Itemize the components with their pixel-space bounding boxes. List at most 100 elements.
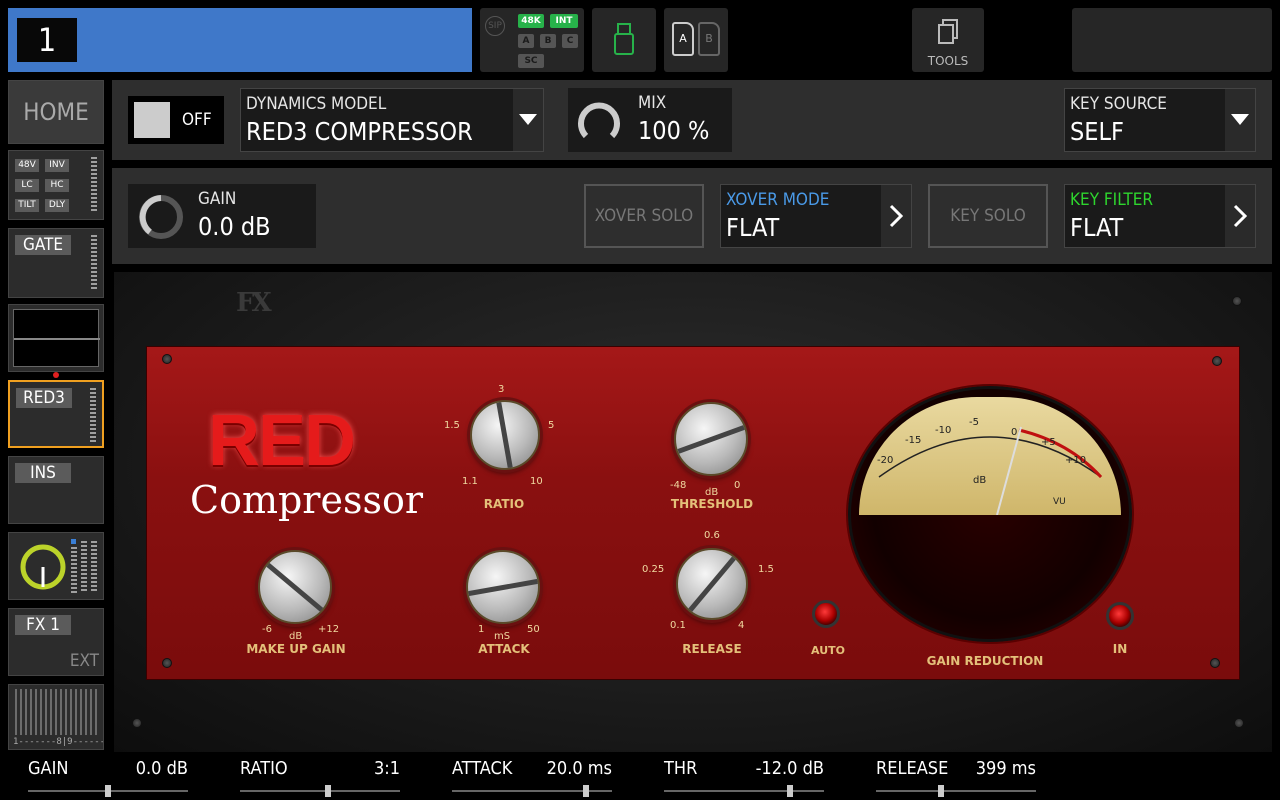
empty-tile[interactable] bbox=[1072, 8, 1272, 72]
attack-tick: 1 bbox=[478, 624, 485, 635]
release-tick: 0.25 bbox=[642, 564, 665, 575]
ratio-tick: 3 bbox=[498, 384, 505, 395]
param-track bbox=[664, 790, 824, 792]
param-thumb[interactable] bbox=[583, 785, 589, 797]
red3-block[interactable]: RED3 bbox=[8, 380, 104, 448]
tag-a: A bbox=[518, 34, 534, 48]
release-tick: 4 bbox=[738, 620, 745, 631]
tag-b: B bbox=[540, 34, 556, 48]
scene-tile[interactable]: A B bbox=[664, 8, 728, 72]
bus-meter-scale: 1-------8|9------16 bbox=[13, 737, 103, 747]
release-knob[interactable] bbox=[676, 548, 748, 620]
usb-tile[interactable] bbox=[592, 8, 656, 72]
key-solo-button[interactable]: KEY SOLO bbox=[928, 184, 1048, 248]
output-knob-icon bbox=[20, 544, 66, 590]
ratio-label: RATIO bbox=[483, 497, 525, 511]
makeup-gain-knob[interactable] bbox=[258, 550, 332, 624]
tools-button[interactable]: TOOLS bbox=[912, 8, 984, 72]
release-tick: 0.6 bbox=[704, 530, 720, 541]
param-value: 3:1 bbox=[373, 758, 400, 779]
usb-icon bbox=[614, 23, 634, 55]
power-label: OFF bbox=[182, 110, 212, 130]
param-slider-attack[interactable]: ATTACK 20.0 ms bbox=[452, 756, 612, 800]
param-slider-thr[interactable]: THR -12.0 dB bbox=[664, 756, 824, 800]
param-slider-release[interactable]: RELEASE 399 ms bbox=[876, 756, 1036, 800]
dynamics-model-dropdown[interactable]: DYNAMICS MODEL RED3 COMPRESSOR bbox=[240, 88, 544, 152]
xover-mode-selector[interactable]: XOVER MODE FLAT bbox=[720, 184, 912, 248]
scene-b-card: B bbox=[698, 22, 720, 56]
status-tile[interactable]: SIP 48K INT A B C SC bbox=[480, 8, 584, 72]
release-label: RELEASE bbox=[682, 642, 742, 656]
key-source-dropdown[interactable]: KEY SOURCE SELF bbox=[1064, 88, 1256, 152]
param-thumb[interactable] bbox=[787, 785, 793, 797]
power-toggle[interactable]: OFF bbox=[128, 96, 224, 144]
model-dropdown-toggle[interactable] bbox=[513, 89, 543, 151]
xover-mode-value: FLAT bbox=[726, 213, 780, 242]
xover-mode-next[interactable] bbox=[881, 185, 911, 247]
key-filter-selector[interactable]: KEY FILTER FLAT bbox=[1064, 184, 1256, 248]
mix-value: 100 % bbox=[638, 116, 710, 145]
ratio-knob[interactable] bbox=[470, 400, 540, 470]
gain-control[interactable]: GAIN 0.0 dB bbox=[128, 184, 316, 248]
vu-tick: +10 bbox=[1065, 455, 1087, 466]
attack-unit: mS bbox=[494, 631, 511, 642]
vu-tick: -20 bbox=[877, 455, 894, 466]
output-meter-3 bbox=[91, 541, 97, 593]
channel-name-bar[interactable] bbox=[8, 8, 472, 72]
input-strip[interactable]: 48V INV LC HC TILT DLY bbox=[8, 150, 104, 220]
output-meter-r bbox=[81, 541, 87, 593]
input-meter bbox=[91, 157, 97, 213]
fx1-label: FX 1 bbox=[15, 615, 71, 635]
key-source-toggle[interactable] bbox=[1225, 89, 1255, 151]
param-thumb[interactable] bbox=[325, 785, 331, 797]
auto-lamp[interactable] bbox=[812, 600, 840, 628]
ins-block[interactable]: INS bbox=[8, 456, 104, 524]
output-marker bbox=[71, 539, 76, 544]
eq-block[interactable] bbox=[8, 304, 104, 372]
ratio-tick: 1.5 bbox=[444, 420, 460, 431]
output-block[interactable] bbox=[8, 532, 104, 600]
key-filter-next[interactable] bbox=[1225, 185, 1255, 247]
param-thumb[interactable] bbox=[938, 785, 944, 797]
vu-tick: -10 bbox=[935, 425, 952, 436]
threshold-knob[interactable] bbox=[674, 402, 748, 476]
tag-inv: INV bbox=[45, 159, 69, 172]
param-slider-gain[interactable]: GAIN 0.0 dB bbox=[28, 756, 188, 800]
param-track bbox=[240, 790, 400, 792]
vu-label: VU bbox=[1053, 497, 1066, 507]
title-red: RED bbox=[208, 401, 356, 481]
attack-knob[interactable] bbox=[466, 550, 540, 624]
eq-curve-line bbox=[14, 338, 100, 340]
xover-solo-button[interactable]: XOVER SOLO bbox=[584, 184, 704, 248]
param-thumb[interactable] bbox=[105, 785, 111, 797]
home-button[interactable]: HOME bbox=[8, 80, 104, 144]
param-slider-ratio[interactable]: RATIO 3:1 bbox=[240, 756, 400, 800]
sip-indicator: SIP bbox=[485, 16, 505, 36]
gate-block[interactable]: GATE bbox=[8, 228, 104, 298]
attack-label: ATTACK bbox=[478, 642, 530, 656]
red3-label: RED3 bbox=[16, 388, 72, 408]
panel-screw bbox=[162, 354, 172, 364]
bus-meter-block[interactable]: 1-------8|9------16 bbox=[8, 684, 104, 750]
chevron-down-icon bbox=[1231, 114, 1249, 125]
rack-screw bbox=[132, 718, 142, 728]
fx1-block[interactable]: FX 1 EXT bbox=[8, 608, 104, 676]
makeup-gain-label: MAKE UP GAIN bbox=[246, 642, 346, 656]
attack-tick: 50 bbox=[527, 624, 540, 635]
vu-unit: dB bbox=[973, 475, 987, 486]
tools-label: TOOLS bbox=[927, 54, 969, 68]
in-lamp[interactable] bbox=[1106, 602, 1134, 630]
tag-hc: HC bbox=[45, 179, 69, 192]
vu-tick: -5 bbox=[969, 417, 979, 428]
tag-lc: LC bbox=[15, 179, 39, 192]
vu-tick: +5 bbox=[1041, 437, 1056, 448]
rack-screw bbox=[1232, 296, 1242, 306]
threshold-tick: -48 bbox=[670, 480, 687, 491]
rate-badge: 48K bbox=[518, 14, 544, 28]
key-source-label: KEY SOURCE bbox=[1070, 94, 1167, 114]
channel-number: 1 bbox=[17, 18, 77, 62]
gain-knob-icon bbox=[139, 195, 183, 239]
gate-meter bbox=[91, 235, 97, 291]
makeup-unit: dB bbox=[289, 631, 303, 642]
mix-control[interactable]: MIX 100 % bbox=[568, 88, 732, 152]
